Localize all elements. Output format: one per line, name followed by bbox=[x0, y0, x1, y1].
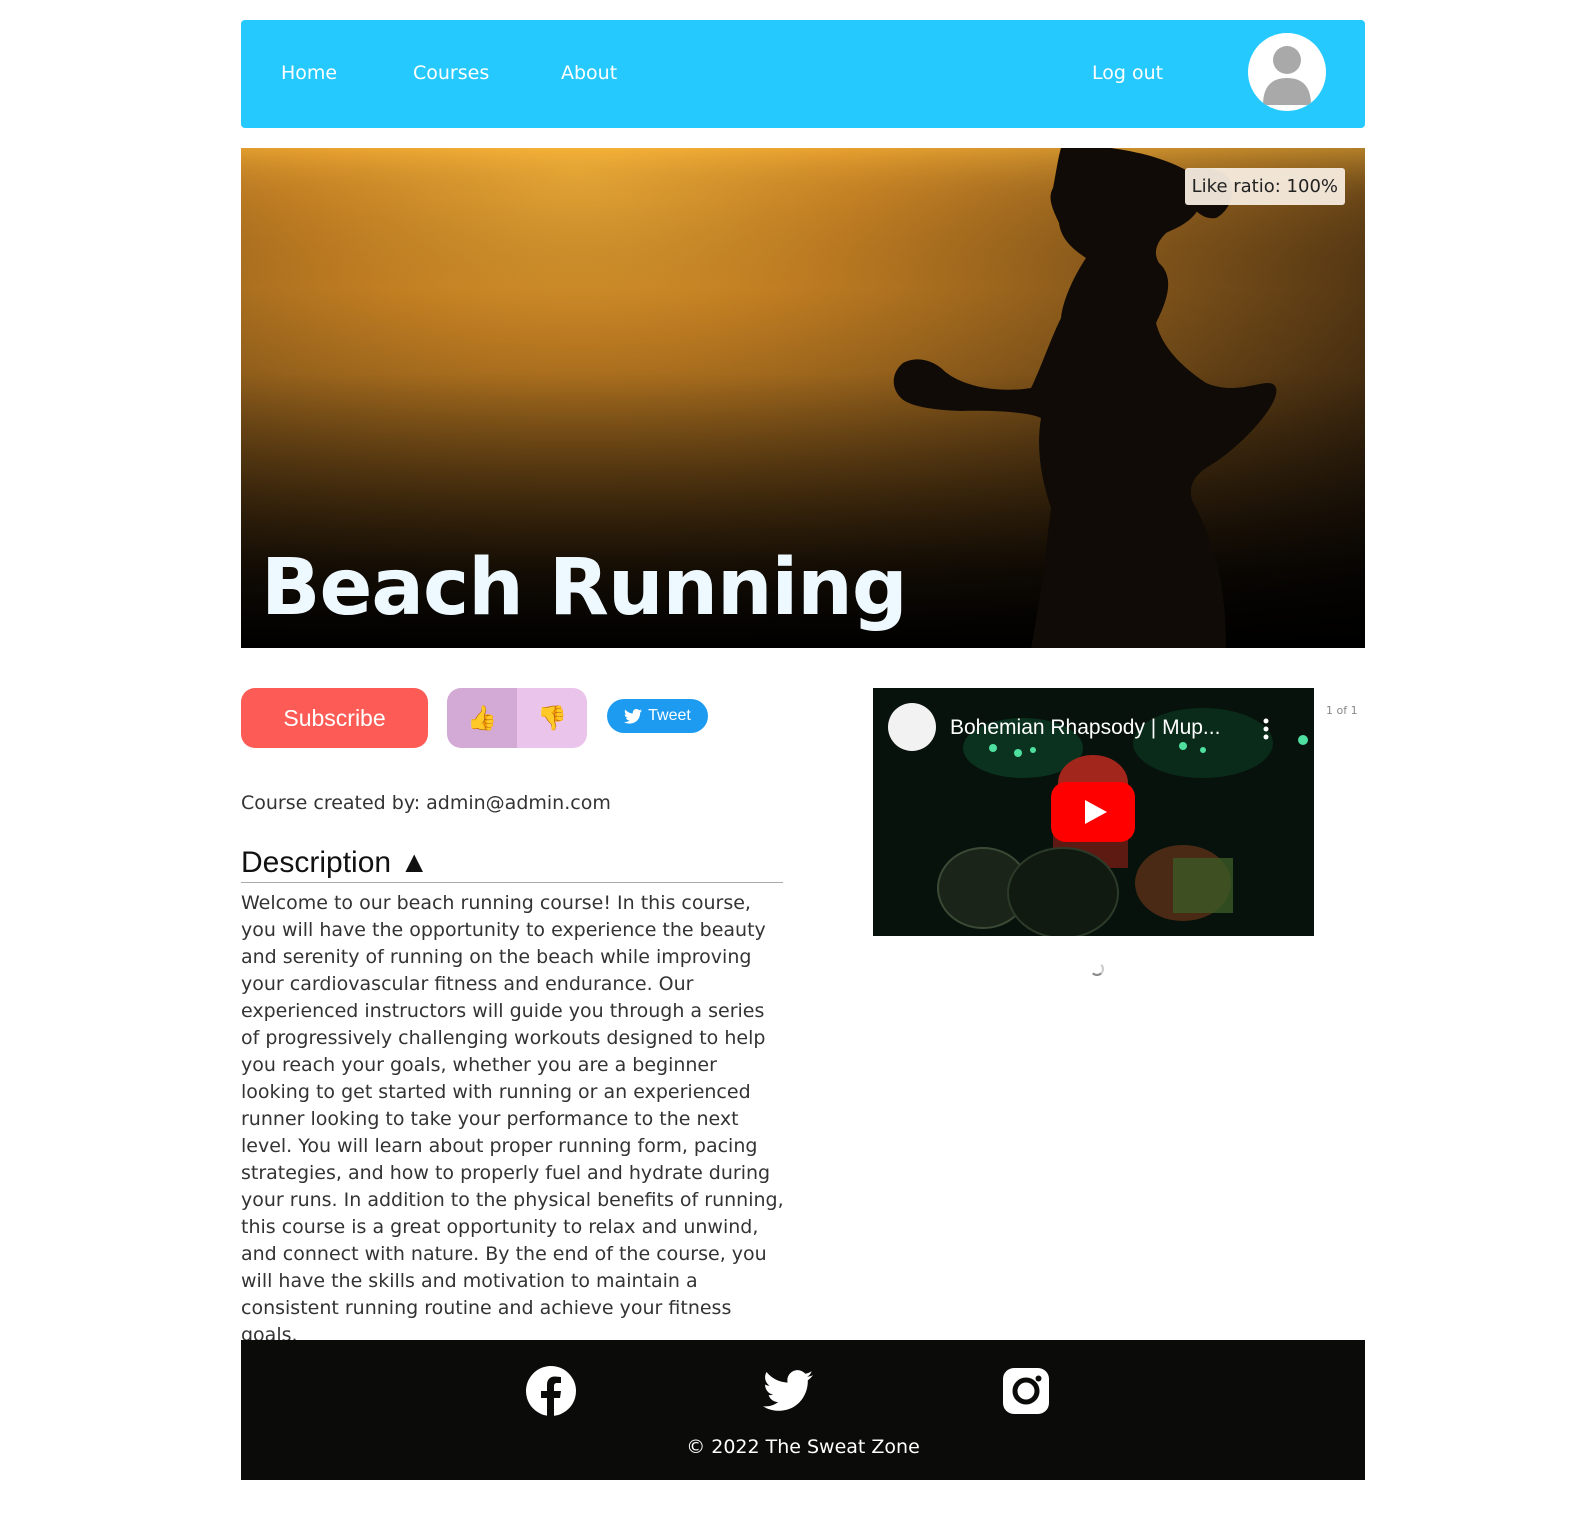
instagram-icon[interactable] bbox=[1003, 1368, 1049, 1414]
top-nav: Home Courses About Log out bbox=[241, 20, 1365, 128]
nav-home-link[interactable]: Home bbox=[281, 62, 337, 84]
footer: © 2022 The Sweat Zone bbox=[241, 1340, 1365, 1480]
tweet-button[interactable]: Tweet bbox=[607, 699, 708, 733]
like-ratio-badge: Like ratio: 100% bbox=[1184, 168, 1345, 205]
rating-buttons: 👍 👎 bbox=[447, 688, 587, 748]
video-title[interactable]: Bohemian Rhapsody | Mup... bbox=[950, 716, 1220, 740]
facebook-icon[interactable] bbox=[526, 1366, 576, 1416]
more-options-icon[interactable] bbox=[1262, 718, 1270, 740]
thumbs-up-icon: 👍 bbox=[467, 704, 497, 732]
course-description: Welcome to our beach running course! In … bbox=[241, 892, 784, 1346]
play-button-icon[interactable] bbox=[1051, 782, 1135, 842]
nav-about-link[interactable]: About bbox=[561, 62, 617, 84]
user-icon bbox=[1263, 46, 1311, 105]
copyright-text: © 2022 The Sweat Zone bbox=[686, 1436, 920, 1458]
channel-avatar[interactable] bbox=[888, 703, 936, 751]
loading-spinner-icon bbox=[1090, 962, 1104, 976]
thumbs-down-icon: 👎 bbox=[537, 704, 567, 732]
dislike-button[interactable]: 👎 bbox=[517, 688, 587, 748]
tweet-label: Tweet bbox=[648, 707, 691, 724]
like-button[interactable]: 👍 bbox=[447, 688, 517, 748]
course-title: Beach Running bbox=[261, 543, 908, 633]
avatar[interactable] bbox=[1248, 33, 1326, 111]
video-pager: 1 of 1 bbox=[1326, 704, 1358, 717]
course-hero-image: Like ratio: 100% Beach Running bbox=[241, 148, 1365, 648]
video-embed[interactable]: Bohemian Rhapsody | Mup... bbox=[873, 688, 1314, 936]
subscribe-button[interactable]: Subscribe bbox=[241, 688, 428, 748]
course-creator: Course created by: admin@admin.com bbox=[241, 792, 611, 814]
nav-logout-link[interactable]: Log out bbox=[1092, 62, 1163, 84]
nav-courses-link[interactable]: Courses bbox=[413, 62, 489, 84]
twitter-icon[interactable] bbox=[763, 1366, 813, 1416]
twitter-bird-icon bbox=[624, 708, 643, 724]
description-toggle[interactable]: Description ▲ bbox=[241, 846, 783, 883]
